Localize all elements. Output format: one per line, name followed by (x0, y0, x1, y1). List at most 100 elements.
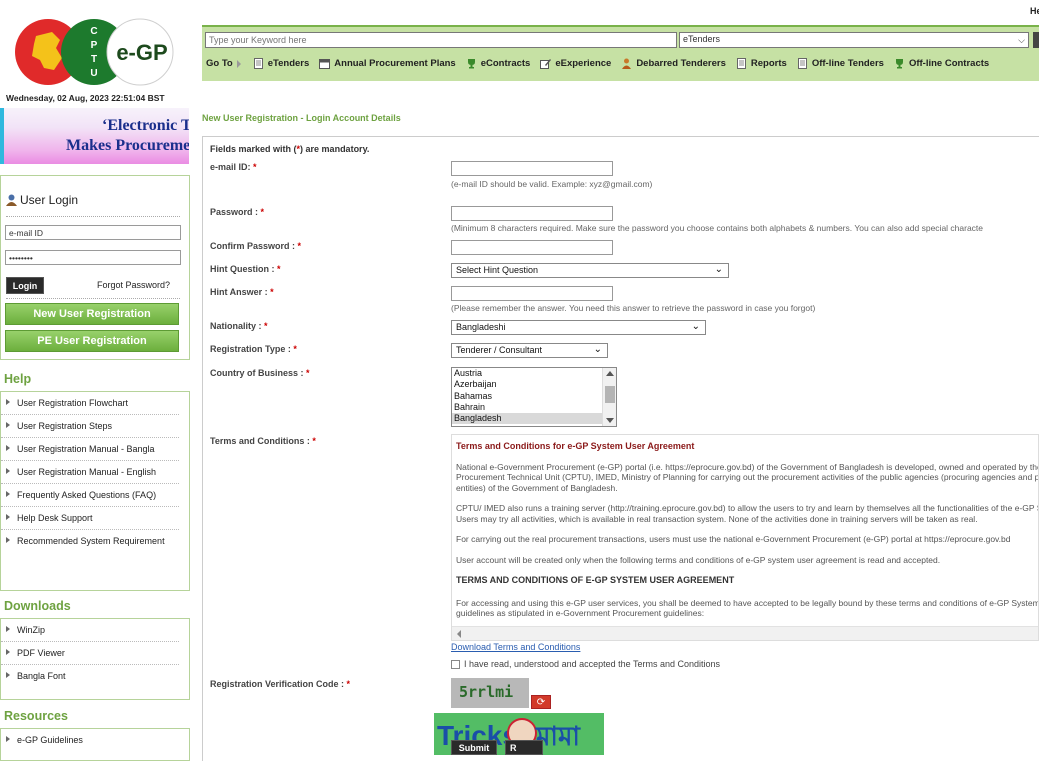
scroll-left-icon[interactable] (457, 630, 461, 638)
country-option[interactable]: Bahamas (452, 391, 616, 402)
arrow-right-icon (6, 491, 10, 497)
help-item-manual-bangla[interactable]: User Registration Manual - Bangla (1, 438, 179, 461)
refresh-captcha-icon[interactable]: ⟳ (531, 695, 551, 709)
terms-horizontal-scrollbar[interactable] (452, 626, 1038, 640)
user-login-panel: User Login Login Forgot Password? New Us… (0, 175, 190, 360)
menu-offline-contracts[interactable]: Off-line Contracts (894, 58, 989, 69)
help-item-flowchart[interactable]: User Registration Flowchart (1, 392, 179, 415)
terms-paragraph: For carrying out the real procurement tr… (456, 534, 1011, 544)
nationality-label: Nationality : * (210, 321, 268, 331)
help-item-helpdesk[interactable]: Help Desk Support (1, 507, 179, 530)
email-label: e-mail ID: * (210, 162, 257, 172)
login-button[interactable]: Login (6, 277, 44, 294)
country-option-selected[interactable]: Bangladesh (452, 413, 616, 425)
resources-heading: Resources (4, 709, 68, 723)
login-email-input[interactable] (5, 225, 181, 240)
country-of-business-label: Country of Business : * (210, 368, 310, 378)
submit-button[interactable]: Submit (451, 740, 497, 755)
arrow-right-icon (6, 649, 10, 655)
hint-question-select[interactable]: Select Hint Question ⌄ (451, 263, 729, 278)
banner-line-2: Makes Procuremer (66, 137, 189, 154)
download-item-pdf-viewer[interactable]: PDF Viewer (1, 642, 179, 665)
menu-eexperience[interactable]: eExperience (540, 58, 611, 69)
banner-line-1: ‘Electronic Te (102, 117, 189, 134)
new-user-registration-button[interactable]: New User Registration (5, 303, 179, 325)
forgot-password-link[interactable]: Forgot Password? (97, 280, 170, 290)
keyword-search-input[interactable] (205, 32, 677, 48)
scroll-down-icon[interactable] (606, 418, 614, 423)
captcha-image: 5rrlmi (451, 678, 529, 708)
country-option[interactable]: Bahrain (452, 402, 616, 413)
registration-type-label: Registration Type : * (210, 344, 297, 354)
menu-annual-procurement-plans[interactable]: Annual Procurement Plans (319, 58, 456, 69)
nationality-select[interactable]: Bangladeshi ⌄ (451, 320, 706, 335)
help-heading: Help (4, 372, 32, 386)
listbox-scrollbar[interactable] (602, 368, 616, 426)
help-item-faq[interactable]: Frequently Asked Questions (FAQ) (1, 484, 179, 507)
email-field[interactable] (451, 161, 613, 176)
scroll-up-icon[interactable] (606, 371, 614, 376)
menu-econtracts[interactable]: eContracts (466, 58, 530, 69)
resources-list: e-GP Guidelines (0, 728, 190, 761)
help-item-steps[interactable]: User Registration Steps (1, 415, 179, 438)
chevron-down-icon: ⌄ (691, 321, 700, 332)
menu-reports[interactable]: Reports (736, 58, 787, 69)
download-item-winzip[interactable]: WinZip (1, 619, 179, 642)
reset-button[interactable]: R (505, 740, 543, 755)
hint-answer-label: Hint Answer : * (210, 287, 274, 297)
user-icon (6, 194, 17, 206)
help-list: User Registration Flowchart User Registr… (0, 391, 190, 591)
egp-logo[interactable]: C P T U e-GP (14, 18, 174, 86)
menu-debarred-tenderers[interactable]: Debarred Tenderers (621, 58, 726, 69)
confirm-password-field[interactable] (451, 240, 613, 255)
trophy-icon (467, 59, 475, 69)
arrow-right-icon (6, 422, 10, 428)
logo-egp-text: e-GP (116, 40, 167, 65)
hint-answer-field[interactable] (451, 286, 613, 301)
chevron-down-icon: ⌄ (714, 264, 723, 275)
accept-terms-checkbox[interactable] (451, 659, 460, 669)
country-option[interactable]: Azerbaijan (452, 379, 616, 390)
arrow-right-icon (6, 736, 10, 742)
password-label: Password : * (210, 207, 265, 217)
terms-box[interactable]: Terms and Conditions for e-GP System Use… (451, 434, 1039, 641)
arrow-right-icon (6, 468, 10, 474)
search-category-value: eTenders (683, 34, 721, 44)
document-icon (736, 58, 746, 69)
promo-banner: ‘Electronic Te Makes Procuremer (0, 108, 189, 164)
menu-etenders[interactable]: eTenders (253, 58, 309, 69)
arrow-right-icon (6, 445, 10, 451)
calendar-icon (319, 59, 331, 69)
registration-type-select[interactable]: Tenderer / Consultant ⌄ (451, 343, 608, 358)
confirm-password-label: Confirm Password : * (210, 241, 302, 251)
help-item-manual-english[interactable]: User Registration Manual - English (1, 461, 179, 484)
captcha-label: Registration Verification Code : * (210, 679, 351, 689)
download-item-bangla-font[interactable]: Bangla Font (1, 665, 179, 687)
country-option[interactable]: Austria (452, 368, 616, 379)
accept-terms[interactable]: I have read, understood and accepted the… (451, 659, 720, 669)
download-terms-link[interactable]: Download Terms and Conditions (451, 642, 580, 652)
hint-question-label: Hint Question : * (210, 264, 281, 274)
edit-icon (540, 59, 552, 69)
header-corner-text: He (1030, 6, 1039, 16)
main-menu: Go To eTenders Annual Procurement Plans … (206, 58, 999, 69)
terms-heading: TERMS AND CONDITIONS OF E-GP SYSTEM USER… (456, 575, 735, 585)
document-icon (797, 58, 807, 69)
login-password-input[interactable] (5, 250, 181, 265)
top-navigation-bar: eTenders ⌵ Go To eTenders Annual Procure… (202, 25, 1039, 81)
help-item-system-requirement[interactable]: Recommended System Requirement (1, 530, 179, 552)
scroll-thumb[interactable] (605, 386, 615, 403)
chevron-down-icon: ⌵ (1018, 35, 1025, 45)
resource-item-egp-guidelines[interactable]: e-GP Guidelines (1, 729, 179, 751)
logo-letter-c: C (90, 26, 97, 37)
search-category-select[interactable]: eTenders ⌵ (679, 32, 1029, 48)
menu-offline-tenders[interactable]: Off-line Tenders (797, 58, 884, 69)
search-go-button[interactable] (1033, 32, 1039, 48)
nationality-value: Bangladeshi (456, 322, 506, 332)
terms-label: Terms and Conditions : * (210, 436, 316, 446)
terms-title: Terms and Conditions for e-GP System Use… (456, 441, 695, 451)
country-of-business-listbox[interactable]: Austria Azerbaijan Bahamas Bahrain Bangl… (451, 367, 617, 427)
password-field[interactable] (451, 206, 613, 221)
trophy-icon (895, 59, 903, 69)
pe-user-registration-button[interactable]: PE User Registration (5, 330, 179, 352)
